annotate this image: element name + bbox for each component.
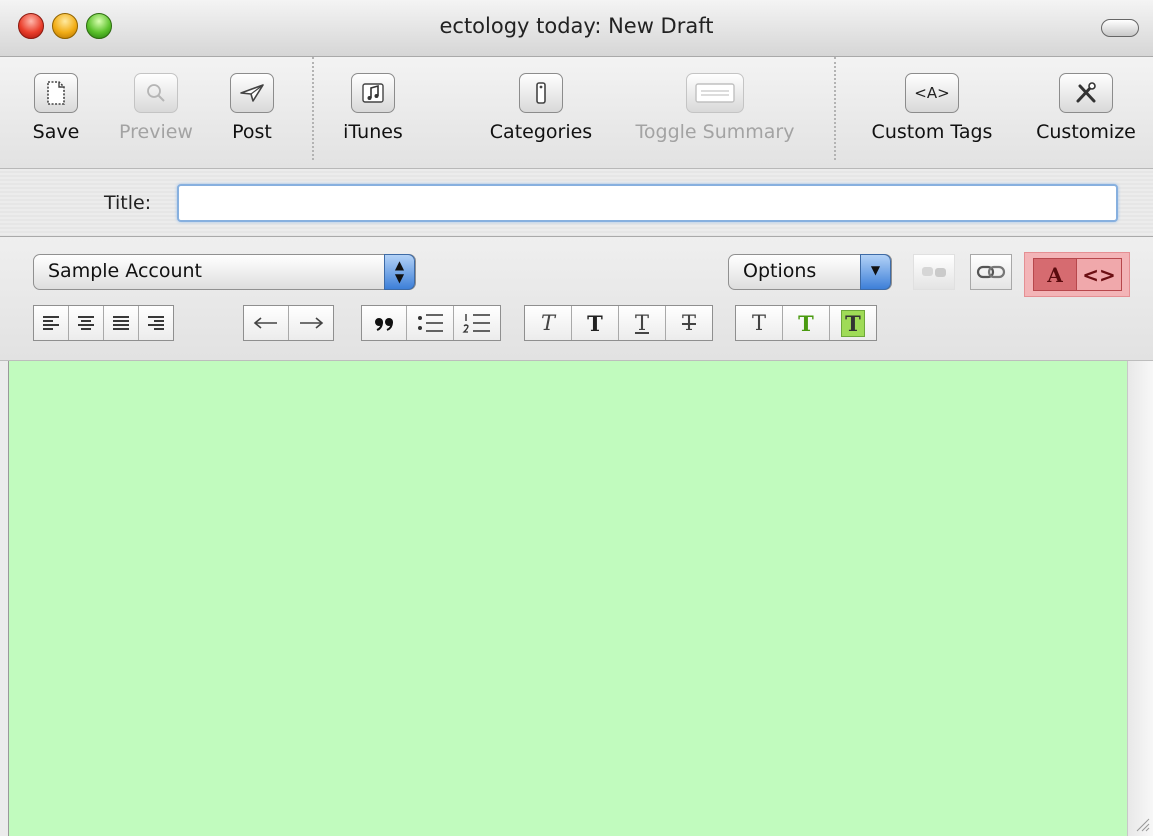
numbered-list-icon xyxy=(462,314,490,333)
magnifier-icon xyxy=(134,73,178,113)
block-format-group xyxy=(361,305,501,341)
itunes-label: iTunes xyxy=(343,121,403,143)
indent-button[interactable] xyxy=(289,306,333,340)
toolbar-separator xyxy=(312,57,314,160)
account-select[interactable]: Sample Account ▲ ▼ xyxy=(33,254,416,290)
tag-brackets-glyph: <A> xyxy=(914,84,950,102)
account-select-value: Sample Account xyxy=(48,260,202,282)
arrow-left-icon xyxy=(253,317,277,329)
post-label: Post xyxy=(232,121,272,143)
strikethrough-button[interactable]: T xyxy=(666,306,712,340)
editor-window: ectology today: New Draft Save Preview P… xyxy=(0,0,1153,836)
title-label: Title: xyxy=(104,192,152,214)
toolbar-toggle-button[interactable] xyxy=(1101,19,1139,37)
align-center-button[interactable] xyxy=(69,306,104,340)
alignment-group xyxy=(33,305,174,341)
custom-tags-button[interactable]: <A> Custom Tags xyxy=(858,73,1006,143)
plain-text-color-button[interactable]: T xyxy=(736,306,783,340)
align-right-button[interactable] xyxy=(139,306,173,340)
green-highlight-button[interactable]: T xyxy=(830,306,876,340)
editor-mode-switch: A <> xyxy=(1024,252,1130,297)
up-down-arrows-icon: ▲ ▼ xyxy=(384,254,415,290)
vertical-scrollbar[interactable] xyxy=(1127,361,1153,836)
document-icon xyxy=(34,73,78,113)
text-style-group: T T T T xyxy=(524,305,713,341)
indent-group xyxy=(243,305,334,341)
save-button[interactable]: Save xyxy=(24,73,88,143)
bulleted-list-button[interactable] xyxy=(407,306,454,340)
customize-button[interactable]: Customize xyxy=(1026,73,1146,143)
align-right-icon xyxy=(148,316,164,330)
categories-button[interactable]: Categories xyxy=(480,73,602,143)
align-justify-icon xyxy=(113,316,129,330)
music-note-icon xyxy=(351,73,395,113)
chevron-down-icon: ▼ xyxy=(860,254,891,290)
underline-button[interactable]: T xyxy=(619,306,666,340)
customize-label: Customize xyxy=(1036,121,1136,143)
chain-link-icon xyxy=(976,265,1006,279)
toolbar: Save Preview Post iTunes Categories Togg… xyxy=(0,57,1153,169)
categories-label: Categories xyxy=(489,121,593,143)
tag-brackets-icon: <A> xyxy=(905,73,959,113)
unlink-button[interactable] xyxy=(913,254,955,290)
text-color-group: T T T xyxy=(735,305,877,341)
itunes-button[interactable]: iTunes xyxy=(330,73,416,143)
align-center-icon xyxy=(78,316,94,330)
toolbar-separator xyxy=(834,57,836,160)
save-label: Save xyxy=(32,121,80,143)
paper-plane-icon xyxy=(230,73,274,113)
blockquote-button[interactable] xyxy=(362,306,407,340)
body-editor[interactable] xyxy=(8,361,1127,836)
italic-button[interactable]: T xyxy=(525,306,572,340)
highlight-glyph: T xyxy=(841,309,865,337)
link-button[interactable] xyxy=(970,254,1012,290)
toggle-summary-label: Toggle Summary xyxy=(635,121,795,143)
title-bar[interactable]: ectology today: New Draft xyxy=(0,0,1153,57)
bullet-list-icon xyxy=(418,314,443,332)
format-bar: Sample Account ▲ ▼ Options ▼ A <> T T T … xyxy=(0,237,1153,361)
options-select[interactable]: Options ▼ xyxy=(728,254,892,290)
html-mode-button[interactable]: <> xyxy=(1076,258,1122,291)
window-title: ectology today: New Draft xyxy=(439,14,714,38)
align-left-icon xyxy=(43,316,59,330)
title-input[interactable] xyxy=(177,184,1118,222)
tag-icon xyxy=(519,73,563,113)
bold-button[interactable]: T xyxy=(572,306,619,340)
green-text-color-button[interactable]: T xyxy=(783,306,830,340)
title-row: Title: xyxy=(0,169,1153,237)
resize-grip-icon[interactable] xyxy=(1134,816,1150,832)
post-button[interactable]: Post xyxy=(218,73,286,143)
align-justify-button[interactable] xyxy=(104,306,139,340)
quote-icon xyxy=(375,318,393,331)
arrow-right-icon xyxy=(300,317,324,329)
custom-tags-label: Custom Tags xyxy=(871,121,993,143)
toggle-summary-button[interactable]: Toggle Summary xyxy=(618,73,812,143)
numbered-list-button[interactable] xyxy=(454,306,500,340)
unlink-icon xyxy=(922,267,946,277)
outdent-button[interactable] xyxy=(244,306,289,340)
options-select-value: Options xyxy=(743,260,817,282)
tools-icon xyxy=(1059,73,1113,113)
summary-icon xyxy=(686,73,744,113)
preview-button[interactable]: Preview xyxy=(111,73,201,143)
align-left-button[interactable] xyxy=(34,306,69,340)
preview-label: Preview xyxy=(119,121,193,143)
rich-text-mode-button[interactable]: A xyxy=(1033,258,1077,291)
